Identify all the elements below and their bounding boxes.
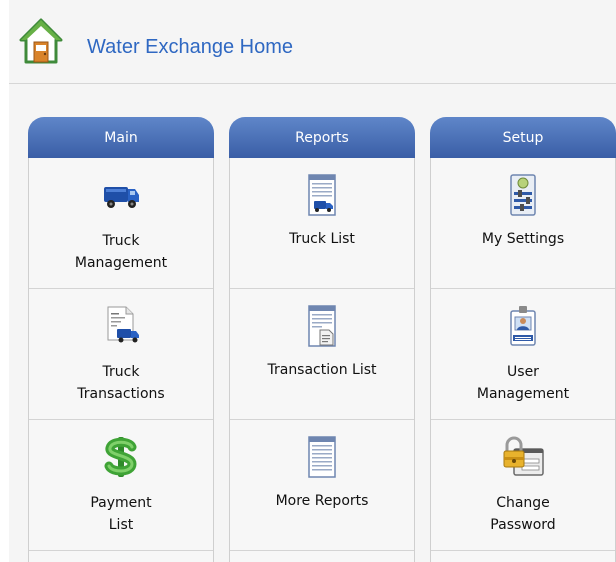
tile-truck-list[interactable]: Truck List <box>230 158 414 289</box>
transaction-report-icon <box>308 305 336 347</box>
column-body-setup: My Settings User Management Change Passw… <box>430 158 616 562</box>
tile-payment-list[interactable]: Payment List <box>29 420 213 551</box>
column-main: Main Truck Management Truck Transactions… <box>28 117 214 562</box>
column-setup: Setup My Settings User Management Change… <box>430 117 616 562</box>
column-header-main: Main <box>28 117 214 158</box>
tile-user-management[interactable]: User Management <box>431 289 615 420</box>
tile-label: Transaction List <box>267 362 377 378</box>
truck-report-icon <box>308 174 336 216</box>
settings-icon <box>510 174 536 216</box>
home-icon[interactable] <box>19 18 63 64</box>
tile-label: More Reports <box>275 493 369 509</box>
column-header-setup: Setup <box>430 117 616 158</box>
column-body-main: Truck Management Truck Transactions Paym… <box>28 158 214 562</box>
page-header: Water Exchange Home <box>9 0 616 84</box>
report-icon <box>308 436 336 478</box>
header-divider <box>9 83 616 84</box>
truck-icon <box>104 187 139 208</box>
tile-label: Payment List <box>90 495 152 533</box>
tile-label: Truck Transactions <box>77 364 165 402</box>
tile-more-reports[interactable]: More Reports <box>230 420 414 551</box>
tile-my-settings[interactable]: My Settings <box>431 158 615 289</box>
dollar-icon <box>104 437 137 477</box>
user-badge-icon <box>510 306 536 346</box>
page-title: Water Exchange Home <box>87 36 294 58</box>
tile-change-password[interactable]: Change Password <box>431 420 615 551</box>
column-body-reports: Truck List Transaction List More Reports <box>229 158 415 562</box>
column-reports: Reports Truck List Transaction List More… <box>229 117 415 562</box>
tile-label: Truck List <box>289 231 355 247</box>
tile-label: User Management <box>476 364 570 402</box>
column-header-reports: Reports <box>229 117 415 158</box>
tile-label: Truck Management <box>74 233 168 271</box>
tile-truck-management[interactable]: Truck Management <box>29 158 213 289</box>
tile-transaction-list[interactable]: Transaction List <box>230 289 414 420</box>
tile-label: Change Password <box>490 495 556 533</box>
tile-label: My Settings <box>481 231 565 247</box>
truck-document-icon <box>107 306 139 343</box>
lock-password-icon <box>503 436 544 476</box>
tile-truck-transactions[interactable]: Truck Transactions <box>29 289 213 420</box>
